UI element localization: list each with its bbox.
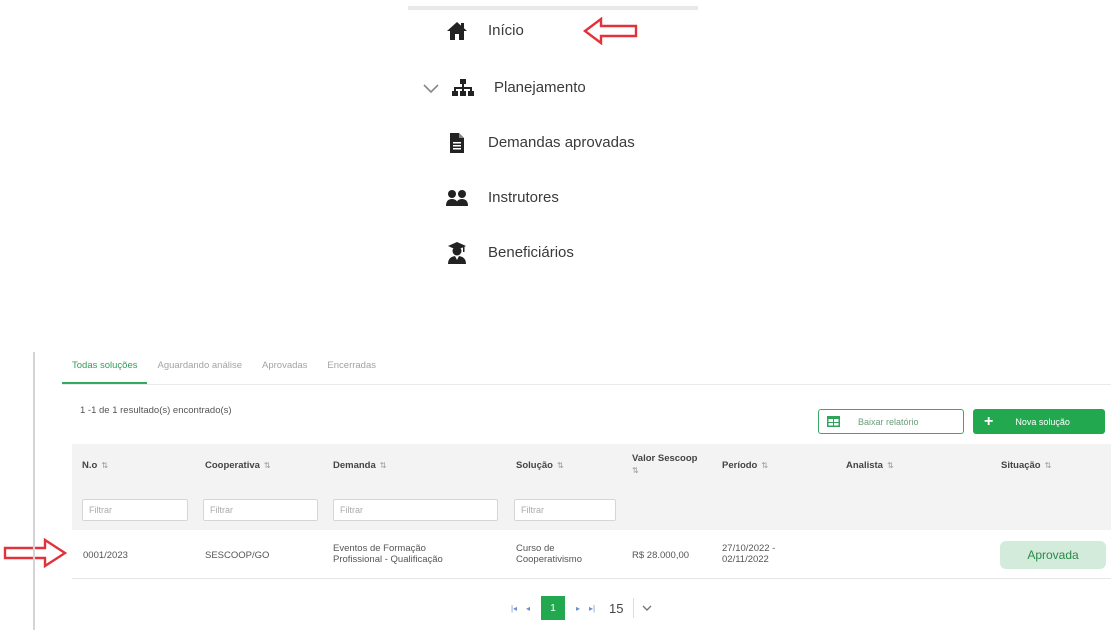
next-page-icon[interactable]: ▸ bbox=[571, 597, 585, 619]
cell-numero: 0001/2023 bbox=[83, 550, 128, 561]
sort-icon: ⇅ bbox=[101, 461, 109, 470]
first-page-icon[interactable]: |◂ bbox=[507, 597, 521, 619]
sort-icon: ⇅ bbox=[761, 461, 769, 470]
menu-top-bar bbox=[408, 6, 698, 10]
menu-item-label: Instrutores bbox=[488, 189, 559, 206]
sort-icon: ⇅ bbox=[632, 466, 639, 475]
annotation-arrow-right-icon bbox=[3, 538, 67, 568]
filter-cooperativa-input[interactable] bbox=[203, 499, 318, 521]
page-size-value: 15 bbox=[609, 600, 624, 616]
pagination: |◂ ◂ 1 ▸ ▸| 15 bbox=[507, 596, 660, 620]
graduate-icon bbox=[446, 242, 468, 264]
sort-icon: ⇅ bbox=[263, 461, 271, 470]
tab-encerradas[interactable]: Encerradas bbox=[317, 358, 386, 384]
filter-solucao-input[interactable] bbox=[514, 499, 616, 521]
home-icon bbox=[446, 20, 468, 42]
spreadsheet-icon bbox=[827, 416, 840, 427]
sort-icon: ⇅ bbox=[886, 461, 894, 470]
last-page-icon[interactable]: ▸| bbox=[585, 597, 599, 619]
sort-icon: ⇅ bbox=[379, 461, 387, 470]
cell-solucao-line2: Cooperativismo bbox=[516, 554, 582, 565]
filter-demanda-input[interactable] bbox=[333, 499, 498, 521]
sitemap-icon bbox=[452, 77, 474, 99]
column-header-solucao[interactable]: Solução ⇅ bbox=[516, 460, 564, 471]
tab-todas-solucoes[interactable]: Todas soluções bbox=[62, 358, 148, 384]
column-header-cooperativa[interactable]: Cooperativa ⇅ bbox=[205, 460, 271, 471]
result-count: 1 -1 de 1 resultado(s) encontrado(s) bbox=[80, 405, 232, 416]
tab-aguardando-analise[interactable]: Aguardando análise bbox=[147, 358, 252, 384]
cell-demanda-line2: Profissional - Qualificação bbox=[333, 554, 443, 565]
chevron-down-icon[interactable] bbox=[422, 79, 440, 97]
status-badge[interactable]: Aprovada bbox=[1000, 541, 1106, 569]
tab-aprovadas[interactable]: Aprovadas bbox=[252, 358, 317, 384]
cell-periodo-line2: 02/11/2022 bbox=[722, 554, 769, 565]
download-report-button[interactable]: Baixar relatório bbox=[818, 409, 964, 434]
users-icon bbox=[446, 187, 468, 209]
menu-item-label: Demandas aprovadas bbox=[488, 134, 635, 151]
previous-page-icon[interactable]: ◂ bbox=[521, 597, 535, 619]
cell-cooperativa: SESCOOP/GO bbox=[205, 550, 270, 561]
current-page-button[interactable]: 1 bbox=[541, 596, 565, 620]
menu-item-beneficiarios[interactable]: Beneficiários bbox=[418, 236, 618, 270]
column-header-periodo[interactable]: Período ⇅ bbox=[722, 460, 768, 471]
cell-solucao: Curso de Cooperativismo bbox=[516, 543, 582, 565]
panel-border bbox=[33, 352, 35, 630]
new-solution-button[interactable]: + Nova solução bbox=[973, 409, 1105, 434]
cell-periodo: 27/10/2022 - 02/11/2022 bbox=[722, 543, 775, 565]
tabs-divider bbox=[62, 384, 1111, 385]
cell-valor-sescoop: R$ 28.000,00 bbox=[632, 550, 690, 561]
page-size-select[interactable]: 15 bbox=[609, 597, 660, 619]
download-report-label: Baixar relatório bbox=[858, 416, 919, 427]
plus-icon: + bbox=[984, 412, 994, 430]
column-header-analista[interactable]: Analista ⇅ bbox=[846, 460, 894, 471]
menu-item-demandas-aprovadas[interactable]: Demandas aprovadas bbox=[418, 126, 658, 160]
menu-item-instrutores[interactable]: Instrutores bbox=[418, 181, 618, 215]
column-header-numero[interactable]: N.o ⇅ bbox=[82, 460, 108, 471]
document-icon bbox=[446, 132, 468, 154]
menu-item-label: Beneficiários bbox=[488, 244, 574, 261]
sort-icon: ⇅ bbox=[1044, 461, 1052, 470]
column-header-demanda[interactable]: Demanda ⇅ bbox=[333, 460, 386, 471]
chevron-down-icon bbox=[633, 598, 660, 618]
cell-solucao-line1: Curso de bbox=[516, 543, 555, 554]
status-tabs: Todas soluções Aguardando análise Aprova… bbox=[62, 358, 386, 384]
column-header-valor-sescoop[interactable]: Valor Sescoop ⇅ bbox=[632, 453, 697, 477]
sort-icon: ⇅ bbox=[556, 461, 564, 470]
menu-item-label: Início bbox=[488, 22, 524, 39]
menu-item-label: Planejamento bbox=[494, 79, 586, 96]
column-header-situacao[interactable]: Situação ⇅ bbox=[1001, 460, 1051, 471]
cell-demanda-line1: Eventos de Formação bbox=[333, 543, 426, 554]
new-solution-label: Nova solução bbox=[1015, 416, 1070, 427]
annotation-arrow-left-icon bbox=[583, 17, 638, 45]
cell-demanda: Eventos de Formação Profissional - Quali… bbox=[333, 543, 443, 565]
menu-item-planejamento[interactable]: Planejamento bbox=[418, 71, 638, 105]
filter-numero-input[interactable] bbox=[82, 499, 188, 521]
cell-periodo-line1: 27/10/2022 - bbox=[722, 543, 776, 554]
